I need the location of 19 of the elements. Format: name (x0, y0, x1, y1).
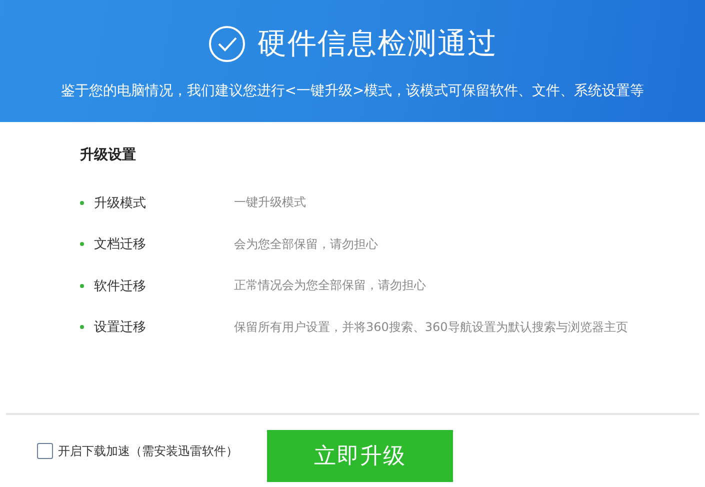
bullet-icon (80, 200, 84, 205)
bullet-icon (80, 325, 84, 330)
checkbox[interactable] (37, 443, 53, 459)
recommendation-text: 鉴于您的电脑情况，我们建议您进行<一键升级>模式，该模式可保留软件、文件、系统设置等 (60, 82, 644, 100)
setting-label: 设置迁移 (94, 319, 147, 336)
result-title: 硬件信息检测通过 (258, 25, 498, 62)
upgrade-button[interactable]: 立即升级 (267, 430, 453, 482)
setting-label: 文档迁移 (94, 236, 147, 254)
checkbox-label: 开启下载加速（需安装迅雷软件） (58, 442, 238, 460)
setting-value: 正常情况会为您全部保留，请勿担心 (234, 277, 426, 294)
section-title: 升级设置 (80, 146, 137, 164)
bullet-icon (80, 284, 84, 288)
bullet-icon (80, 242, 84, 246)
setting-value: 会为您全部保留，请勿担心 (234, 236, 378, 253)
setting-label: 软件迁移 (94, 278, 147, 295)
setting-value: 保留所有用户设置，并将360搜索、360导航设置为默认搜索与浏览器主页 (234, 318, 628, 336)
setting-value: 一键升级模式 (234, 194, 306, 212)
setting-label: 升级模式 (94, 194, 147, 212)
check-circle-icon (208, 25, 246, 63)
